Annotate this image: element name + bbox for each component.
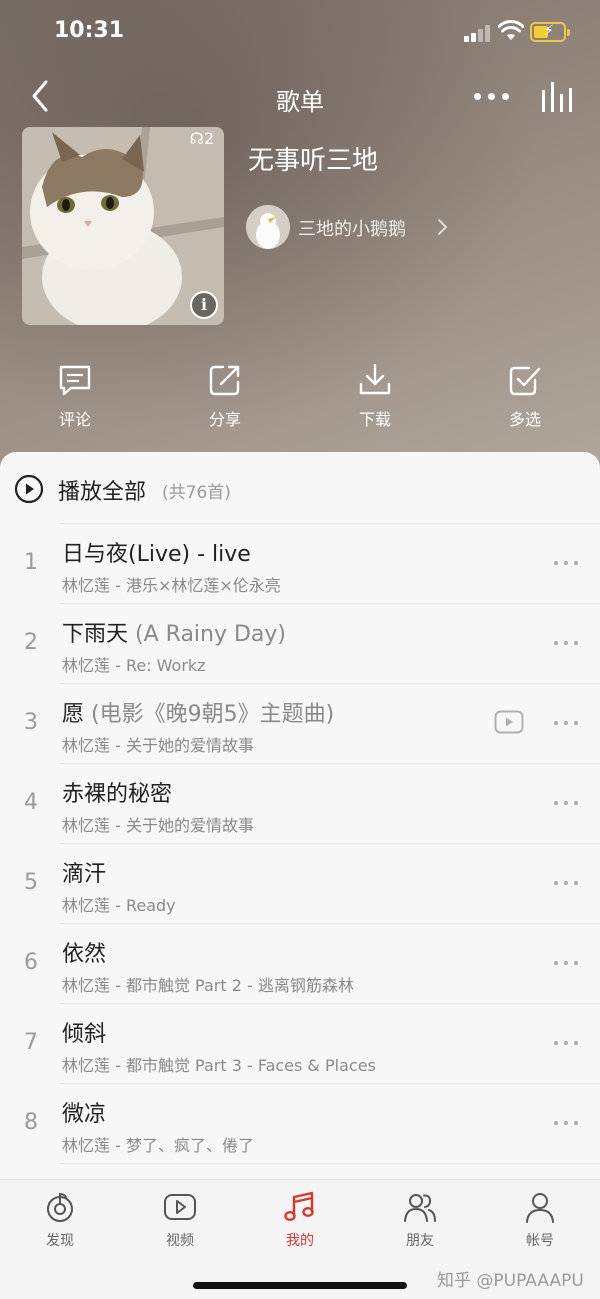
share-button[interactable]: 分享 <box>175 362 275 430</box>
watermark: 知乎 @PUPAAAPU <box>437 1271 584 1291</box>
song-number: 6 <box>24 950 38 975</box>
home-indicator <box>193 1282 407 1289</box>
song-artist-album: 林忆莲 - 都市触觉 Part 3 - Faces & Places <box>62 1056 376 1075</box>
tab-label: 朋友 <box>406 1233 434 1249</box>
song-title-extra: (A Rainy Day) <box>128 622 287 647</box>
music-note-icon <box>284 1191 314 1222</box>
comment-button[interactable]: 评论 <box>25 362 125 430</box>
song-more-icon[interactable] <box>552 880 580 888</box>
play-circle-icon <box>14 474 44 504</box>
download-button[interactable]: 下载 <box>325 362 425 430</box>
creator-name: 三地的小鹅鹅 <box>298 219 406 240</box>
multi-select-button[interactable]: 多选 <box>475 362 575 430</box>
status-bar: 10:31 ⚡ <box>0 0 600 64</box>
comment-icon <box>59 365 91 396</box>
tab-label: 视频 <box>166 1233 194 1249</box>
song-title: 赤裸的秘密 <box>62 782 173 807</box>
now-playing-icon[interactable] <box>538 80 578 114</box>
song-row[interactable]: 5 滴汗 林忆莲 - Ready <box>0 844 600 924</box>
tab-video[interactable]: 视频 <box>140 1190 220 1250</box>
song-title-extra: (电影《晚9朝5》主题曲) <box>84 702 335 727</box>
song-number: 5 <box>24 870 38 895</box>
song-row[interactable]: 2 下雨天 (A Rainy Day) 林忆莲 - Re: Workz <box>0 604 600 684</box>
song-more-icon[interactable] <box>552 560 580 568</box>
song-more-icon[interactable] <box>552 800 580 808</box>
tab-label: 帐号 <box>526 1233 554 1249</box>
song-more-icon[interactable] <box>552 640 580 648</box>
discover-icon <box>47 1192 73 1222</box>
download-label: 下载 <box>358 410 391 429</box>
headphone-icon: ☊ <box>189 129 204 148</box>
tab-my-music[interactable]: 我的 <box>260 1190 340 1250</box>
song-artist-album: 林忆莲 - 港乐×林忆莲×伦永亮 <box>62 576 281 595</box>
song-row[interactable]: 7 倾斜 林忆莲 - 都市触觉 Part 3 - Faces & Places <box>0 1004 600 1084</box>
tab-label: 发现 <box>46 1233 74 1249</box>
mv-play-icon[interactable] <box>494 710 524 734</box>
tab-bar: 发现 视频 我的 朋友 帐号 知乎 @PUPAAAPU <box>0 1179 600 1299</box>
song-artist-album: 林忆莲 - Re: Workz <box>62 656 206 675</box>
more-icon[interactable] <box>470 84 514 108</box>
battery-icon: ⚡ <box>530 22 570 42</box>
play-count: ☊2 <box>189 129 214 148</box>
wifi-icon <box>498 20 524 40</box>
song-row[interactable]: 4 赤裸的秘密 林忆莲 - 关于她的爱情故事 <box>0 764 600 844</box>
song-count: (共76首) <box>162 483 231 503</box>
playlist-title: 无事听三地 <box>248 146 379 176</box>
song-number: 4 <box>24 790 38 815</box>
chevron-right-icon <box>438 219 448 235</box>
song-number: 2 <box>24 630 38 655</box>
nav-bar: 歌单 <box>0 64 600 128</box>
song-artist-album: 林忆莲 - Ready <box>62 896 176 915</box>
playlist-cover[interactable]: ☊2 i <box>22 127 224 325</box>
song-more-icon[interactable] <box>552 1120 580 1128</box>
song-artist-album: 林忆莲 - 关于她的爱情故事 <box>62 736 254 755</box>
download-icon <box>359 363 391 395</box>
song-artist-album: 林忆莲 - 关于她的爱情故事 <box>62 816 254 835</box>
creator-link[interactable]: 三地的小鹅鹅 <box>246 205 476 249</box>
song-title: 依然 <box>62 942 107 967</box>
song-list: 播放全部 (共76首) 1 日与夜(Live) - live 林忆莲 - 港乐×… <box>0 452 600 1182</box>
song-title: 微凉 <box>62 1102 107 1127</box>
song-title: 倾斜 <box>62 1022 107 1047</box>
song-row[interactable]: 8 微凉 林忆莲 - 梦了、疯了、倦了 <box>0 1084 600 1164</box>
song-row[interactable]: 6 依然 林忆莲 - 都市触觉 Part 2 - 逃离钢筋森林 <box>0 924 600 1004</box>
signal-icon <box>464 24 492 42</box>
video-icon <box>164 1194 196 1220</box>
song-more-icon[interactable] <box>552 960 580 968</box>
share-icon <box>209 365 240 396</box>
song-title: 日与夜(Live) - live <box>62 542 251 567</box>
tab-account[interactable]: 帐号 <box>500 1190 580 1250</box>
song-title: 滴汗 <box>62 862 107 887</box>
tab-friends[interactable]: 朋友 <box>380 1190 460 1250</box>
song-more-icon[interactable] <box>552 720 580 728</box>
song-number: 8 <box>24 1110 38 1135</box>
song-more-icon[interactable] <box>552 1040 580 1048</box>
account-icon <box>526 1193 554 1223</box>
song-number: 7 <box>24 1030 38 1055</box>
comment-label: 评论 <box>58 410 91 429</box>
play-all-button[interactable]: 播放全部 (共76首) <box>0 452 600 524</box>
song-row[interactable]: 1 日与夜(Live) - live 林忆莲 - 港乐×林忆莲×伦永亮 <box>0 524 600 604</box>
song-number: 3 <box>24 710 38 735</box>
friends-icon <box>404 1194 436 1222</box>
multi-select-icon <box>509 366 541 396</box>
song-row[interactable]: 3 愿 (电影《晚9朝5》主题曲) 林忆莲 - 关于她的爱情故事 <box>0 684 600 764</box>
status-time: 10:31 <box>54 18 125 43</box>
avatar <box>246 205 290 249</box>
song-title: 愿 (电影《晚9朝5》主题曲) <box>62 702 335 727</box>
tab-discover[interactable]: 发现 <box>20 1190 100 1250</box>
song-artist-album: 林忆莲 - 都市触觉 Part 2 - 逃离钢筋森林 <box>62 976 354 995</box>
multi-select-label: 多选 <box>508 410 541 429</box>
divider <box>60 1163 600 1164</box>
share-label: 分享 <box>208 410 241 429</box>
tab-label: 我的 <box>286 1233 314 1249</box>
song-number: 1 <box>24 550 38 575</box>
play-all-label: 播放全部 <box>58 480 147 505</box>
info-icon[interactable]: i <box>190 291 218 319</box>
action-bar: 评论 分享 下载 多选 <box>0 362 600 442</box>
song-title: 下雨天 (A Rainy Day) <box>62 622 287 647</box>
song-artist-album: 林忆莲 - 梦了、疯了、倦了 <box>62 1136 254 1155</box>
